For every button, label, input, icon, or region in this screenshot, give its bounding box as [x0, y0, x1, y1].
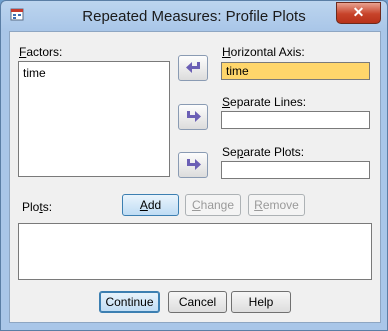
- continue-button[interactable]: Continue: [99, 291, 160, 313]
- arrow-right-icon: [187, 111, 201, 122]
- close-button[interactable]: ✕: [336, 2, 381, 24]
- help-button[interactable]: Help: [231, 291, 291, 313]
- close-icon: ✕: [352, 4, 365, 20]
- move-to-horizontal-axis-button[interactable]: [178, 55, 208, 81]
- arrow-left-icon: [186, 62, 200, 73]
- cancel-button[interactable]: Cancel: [168, 291, 227, 313]
- factors-list[interactable]: time: [18, 61, 170, 177]
- add-button[interactable]: Add: [122, 194, 179, 216]
- separate-plots-field[interactable]: [221, 161, 370, 179]
- arrow-right-icon: [187, 159, 201, 170]
- spss-dialog-icon: [9, 7, 25, 23]
- remove-button[interactable]: Remove: [248, 194, 305, 216]
- factor-item-time[interactable]: time: [23, 66, 46, 80]
- separate-lines-field[interactable]: [221, 111, 370, 129]
- horizontal-axis-field[interactable]: time: [221, 62, 370, 80]
- profile-plots-dialog: Repeated Measures: Profile Plots ✕ Facto…: [0, 0, 388, 331]
- title-bar[interactable]: Repeated Measures: Profile Plots ✕: [1, 1, 387, 31]
- separate-lines-label: Separate Lines:: [222, 95, 307, 109]
- separate-plots-label: Separate Plots:: [222, 145, 305, 159]
- factors-label: Factors:: [19, 45, 63, 59]
- horizontal-axis-label: Horizontal Axis:: [222, 45, 305, 59]
- move-to-separate-plots-button[interactable]: [178, 152, 208, 178]
- move-to-separate-lines-button[interactable]: [178, 104, 208, 130]
- plots-list[interactable]: [18, 223, 372, 280]
- window-title: Repeated Measures: Profile Plots: [82, 8, 306, 25]
- change-button[interactable]: Change: [185, 194, 241, 216]
- plots-label: Plots:: [22, 200, 53, 214]
- dialog-body: Factors: time Horizontal Axis: time Sepa…: [9, 31, 381, 323]
